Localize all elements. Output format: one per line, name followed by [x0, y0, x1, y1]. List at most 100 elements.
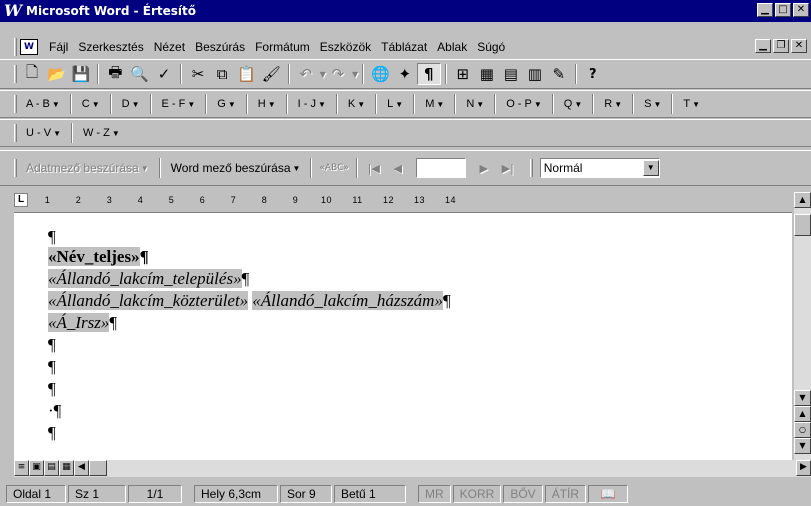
document-icon[interactable]: W	[20, 39, 38, 55]
status-extend[interactable]: BŐV	[503, 485, 543, 503]
menu-grip[interactable]	[14, 38, 17, 56]
doc-minimize-button[interactable]: ▁	[755, 39, 771, 53]
normal-view-icon[interactable]: ≡	[14, 460, 29, 476]
scroll-left-icon[interactable]: ◀	[74, 460, 89, 476]
alpha-button-s[interactable]: S ▼	[638, 93, 667, 115]
paragraph-zip[interactable]: «Á_Irsz»¶	[48, 313, 117, 333]
hyperlink-icon[interactable]: 🌐	[368, 63, 393, 85]
redo-icon[interactable]: ↷	[326, 63, 350, 85]
scroll-down-icon[interactable]: ▼	[794, 390, 811, 406]
menu-insert[interactable]: Beszúrás	[190, 40, 250, 54]
document-area[interactable]: ¶ «Név_teljes»¶ «Állandó_lakcím_települé…	[14, 212, 792, 460]
paragraph-settlement[interactable]: «Állandó_lakcím_település»¶	[48, 269, 249, 289]
paragraph-empty[interactable]: ¶	[48, 335, 56, 355]
scroll-thumb[interactable]	[794, 214, 811, 236]
alpha-button-m[interactable]: M ▼	[419, 93, 450, 115]
help-icon[interactable]: ?	[581, 63, 605, 85]
close-button[interactable]: ✕	[793, 3, 809, 17]
paragraph-cursor[interactable]: ·¶	[48, 401, 61, 421]
paragraph-empty[interactable]: ¶	[48, 379, 56, 399]
insert-merge-field-button[interactable]: Adatmező beszúrása ▼	[20, 157, 155, 179]
tab-selector-icon[interactable]: L	[14, 193, 28, 207]
paragraph-empty[interactable]: ¶	[48, 357, 56, 377]
horizontal-scroll-thumb[interactable]	[89, 460, 107, 476]
menu-format[interactable]: Formátum	[250, 40, 315, 54]
doc-restore-button[interactable]: ❐	[773, 39, 789, 53]
last-record-icon[interactable]: ▶|	[496, 157, 520, 179]
alpha-button-g[interactable]: G ▼	[211, 93, 241, 115]
alphabet-toolbar-grip[interactable]	[14, 124, 17, 142]
outline-view-icon[interactable]: ▦	[59, 460, 74, 476]
vertical-scrollbar[interactable]: ▲ ▼ ▲ ○ ▼	[794, 192, 811, 460]
alpha-button-r[interactable]: R ▼	[598, 93, 628, 115]
horizontal-scroll-track[interactable]	[107, 460, 796, 477]
show-hide-icon[interactable]: ¶	[416, 63, 441, 85]
tables-borders-icon[interactable]: ⊞	[451, 63, 475, 85]
chevron-down-icon[interactable]: ▼	[642, 160, 659, 176]
insert-word-field-button[interactable]: Word mező beszúrása ▼	[165, 157, 307, 179]
alpha-button-q[interactable]: Q ▼	[558, 93, 588, 115]
doc-close-button[interactable]: ✕	[791, 39, 807, 53]
merge-field-telepules[interactable]: «Állandó_lakcím_település»	[48, 269, 242, 288]
merge-field-kozterulet[interactable]: «Állandó_lakcím_közterület»	[48, 291, 249, 310]
merge-field-nev-teljes[interactable]: «Név_teljes»	[48, 247, 140, 266]
previous-page-icon[interactable]: ▲	[794, 406, 811, 422]
alpha-button-t[interactable]: T ▼	[677, 93, 706, 115]
merge-field-hazszam[interactable]: «Állandó_lakcím_házszám»	[252, 291, 443, 310]
print-layout-view-icon[interactable]: ▤	[44, 460, 59, 476]
first-record-icon[interactable]: |◀	[362, 157, 386, 179]
minimize-button[interactable]: ▁	[757, 3, 773, 17]
paste-icon[interactable]: 📋	[234, 63, 259, 85]
alpha-button-d[interactable]: D ▼	[116, 93, 146, 115]
drawing-icon[interactable]: ✎	[547, 63, 571, 85]
alpha-button-l[interactable]: L ▼	[381, 93, 409, 115]
next-page-icon[interactable]: ▼	[794, 438, 811, 454]
standard-toolbar-grip[interactable]	[14, 65, 17, 83]
menu-tools[interactable]: Eszközök	[315, 40, 376, 54]
cut-icon[interactable]: ✂	[186, 63, 210, 85]
alpha-button-a-b[interactable]: A - B ▼	[20, 93, 66, 115]
menu-view[interactable]: Nézet	[149, 40, 190, 54]
insert-excel-icon[interactable]: ▤	[499, 63, 523, 85]
spelling-status-icon[interactable]: 📖	[588, 485, 629, 503]
alpha-button-w-z[interactable]: W - Z ▼	[77, 122, 126, 144]
paragraph-address[interactable]: «Állandó_lakcím_közterület» «Állandó_lakc…	[48, 291, 451, 311]
alpha-button-c[interactable]: C ▼	[76, 93, 106, 115]
alpha-button-o-p[interactable]: O - P ▼	[500, 93, 548, 115]
alpha-button-h[interactable]: H ▼	[252, 93, 282, 115]
columns-icon[interactable]: ▥	[523, 63, 547, 85]
record-number-input[interactable]	[415, 158, 466, 178]
scroll-up-icon[interactable]: ▲	[794, 192, 811, 208]
format-painter-icon[interactable]: 🖌	[259, 63, 284, 85]
restore-button[interactable]: □	[775, 3, 791, 17]
insert-table-icon[interactable]: ▦	[475, 63, 499, 85]
word-app-icon[interactable]: W	[4, 2, 22, 20]
alpha-button-u-v[interactable]: U - V ▼	[20, 122, 67, 144]
menu-help[interactable]: Súgó	[472, 40, 510, 54]
print-preview-icon[interactable]: 🔍	[127, 63, 152, 85]
select-browse-object-icon[interactable]: ○	[794, 422, 811, 438]
horizontal-scrollbar[interactable]: ≡ ▣ ▤ ▦ ◀ ▶	[14, 460, 811, 477]
open-icon[interactable]: 📂	[44, 63, 69, 85]
print-icon[interactable]: 🖶	[103, 63, 127, 85]
paragraph-empty[interactable]: ¶	[48, 423, 56, 443]
alpha-button-k[interactable]: K ▼	[342, 93, 371, 115]
horizontal-ruler[interactable]: L 1 2 3 4 5 6 7 8 9 10 11 12 13 14	[14, 192, 794, 208]
formatting-toolbar-grip[interactable]	[529, 159, 533, 177]
paragraph-name[interactable]: «Név_teljes»¶	[48, 247, 149, 267]
view-merged-data-button[interactable]: «ABC»	[316, 157, 351, 179]
menu-file[interactable]: Fájl	[44, 40, 73, 54]
web-layout-view-icon[interactable]: ▣	[29, 460, 44, 476]
paragraph-empty[interactable]: ¶	[48, 227, 56, 247]
web-toolbar-icon[interactable]: ✦	[393, 63, 417, 85]
style-dropdown[interactable]: Normál ▼	[539, 158, 660, 178]
copy-icon[interactable]: ⧉	[210, 63, 234, 85]
redo-dropdown-icon[interactable]: ▼	[352, 70, 358, 79]
status-overtype[interactable]: ÁTÍR	[544, 485, 587, 503]
menu-edit[interactable]: Szerkesztés	[73, 40, 148, 54]
merge-field-irsz[interactable]: «Á_Irsz»	[48, 313, 110, 332]
new-icon[interactable]: 🗋	[20, 63, 44, 85]
spelling-icon[interactable]: ✓	[152, 63, 176, 85]
alpha-button-n[interactable]: N ▼	[460, 93, 490, 115]
merge-toolbar-grip[interactable]	[14, 159, 17, 177]
